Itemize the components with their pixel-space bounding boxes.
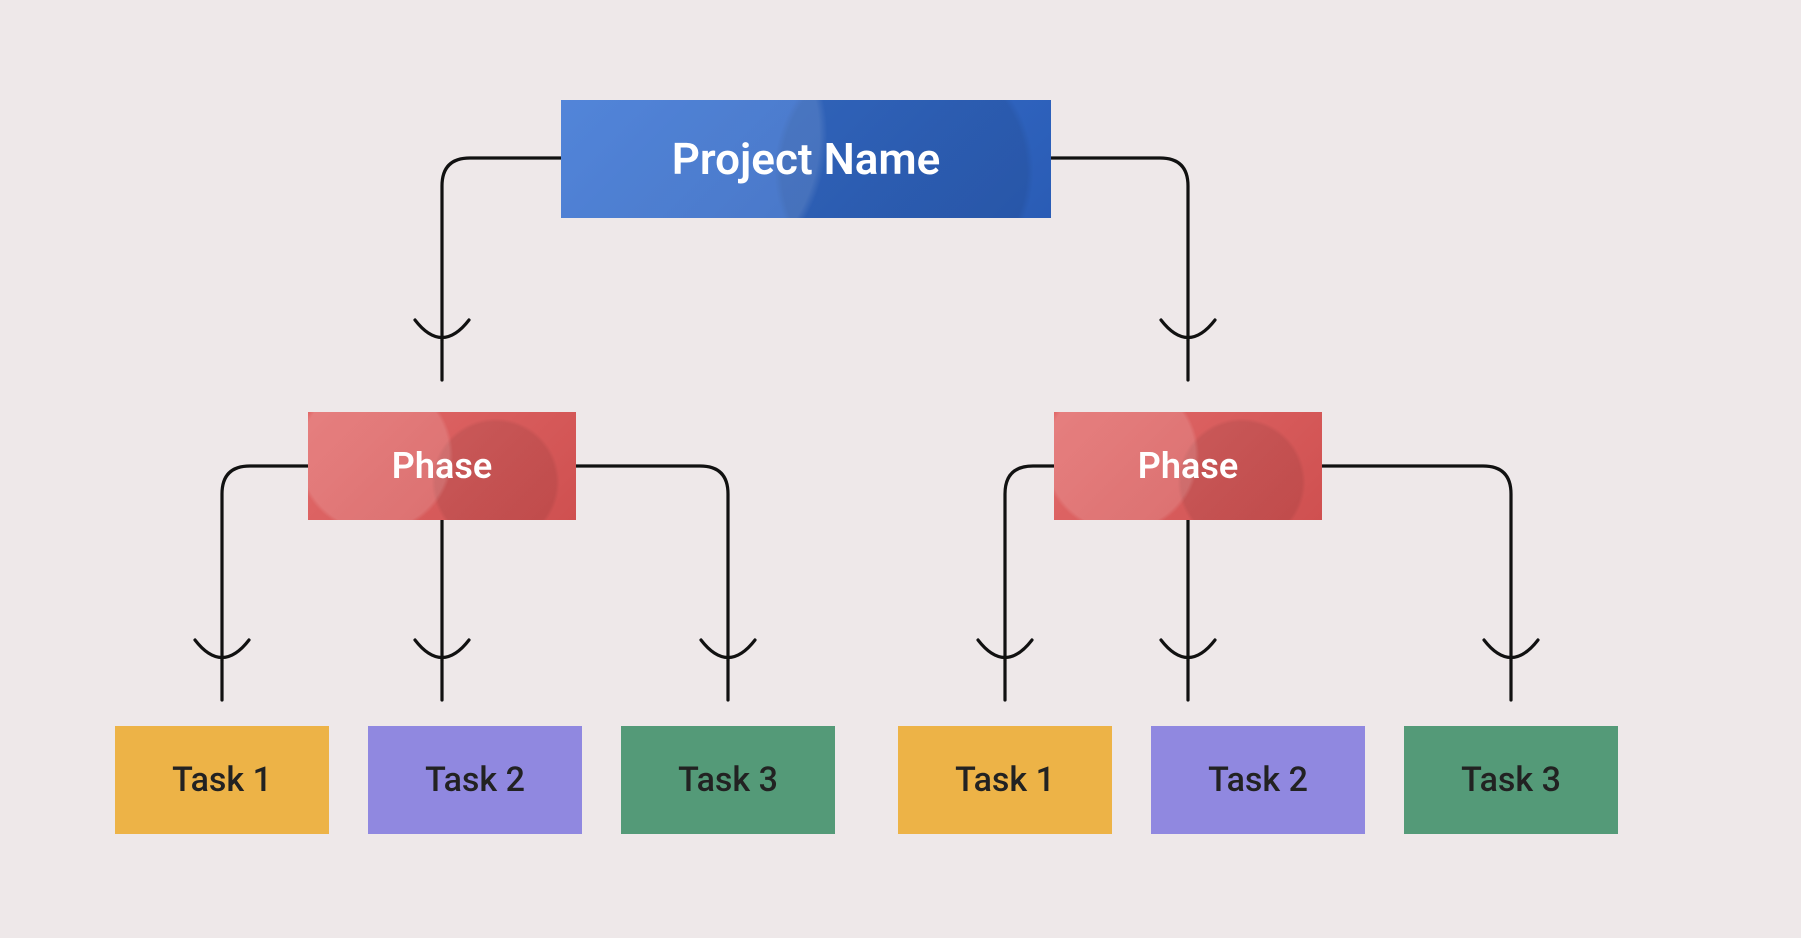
task-label: Task 2	[425, 760, 525, 800]
phase-label: Phase	[1138, 445, 1238, 487]
task-label: Task 3	[678, 760, 778, 800]
task-node-left-3: Task 3	[621, 726, 835, 834]
root-label: Project Name	[672, 133, 941, 185]
task-node-right-2: Task 2	[1151, 726, 1365, 834]
task-node-right-1: Task 1	[898, 726, 1112, 834]
task-label: Task 1	[172, 760, 272, 800]
task-node-right-3: Task 3	[1404, 726, 1618, 834]
task-node-left-1: Task 1	[115, 726, 329, 834]
task-node-left-2: Task 2	[368, 726, 582, 834]
phase-label: Phase	[392, 445, 492, 487]
task-label: Task 3	[1461, 760, 1561, 800]
root-node: Project Name	[561, 100, 1051, 218]
phase-node-2: Phase	[1054, 412, 1322, 520]
task-label: Task 1	[955, 760, 1055, 800]
task-label: Task 2	[1208, 760, 1308, 800]
phase-node-1: Phase	[308, 412, 576, 520]
